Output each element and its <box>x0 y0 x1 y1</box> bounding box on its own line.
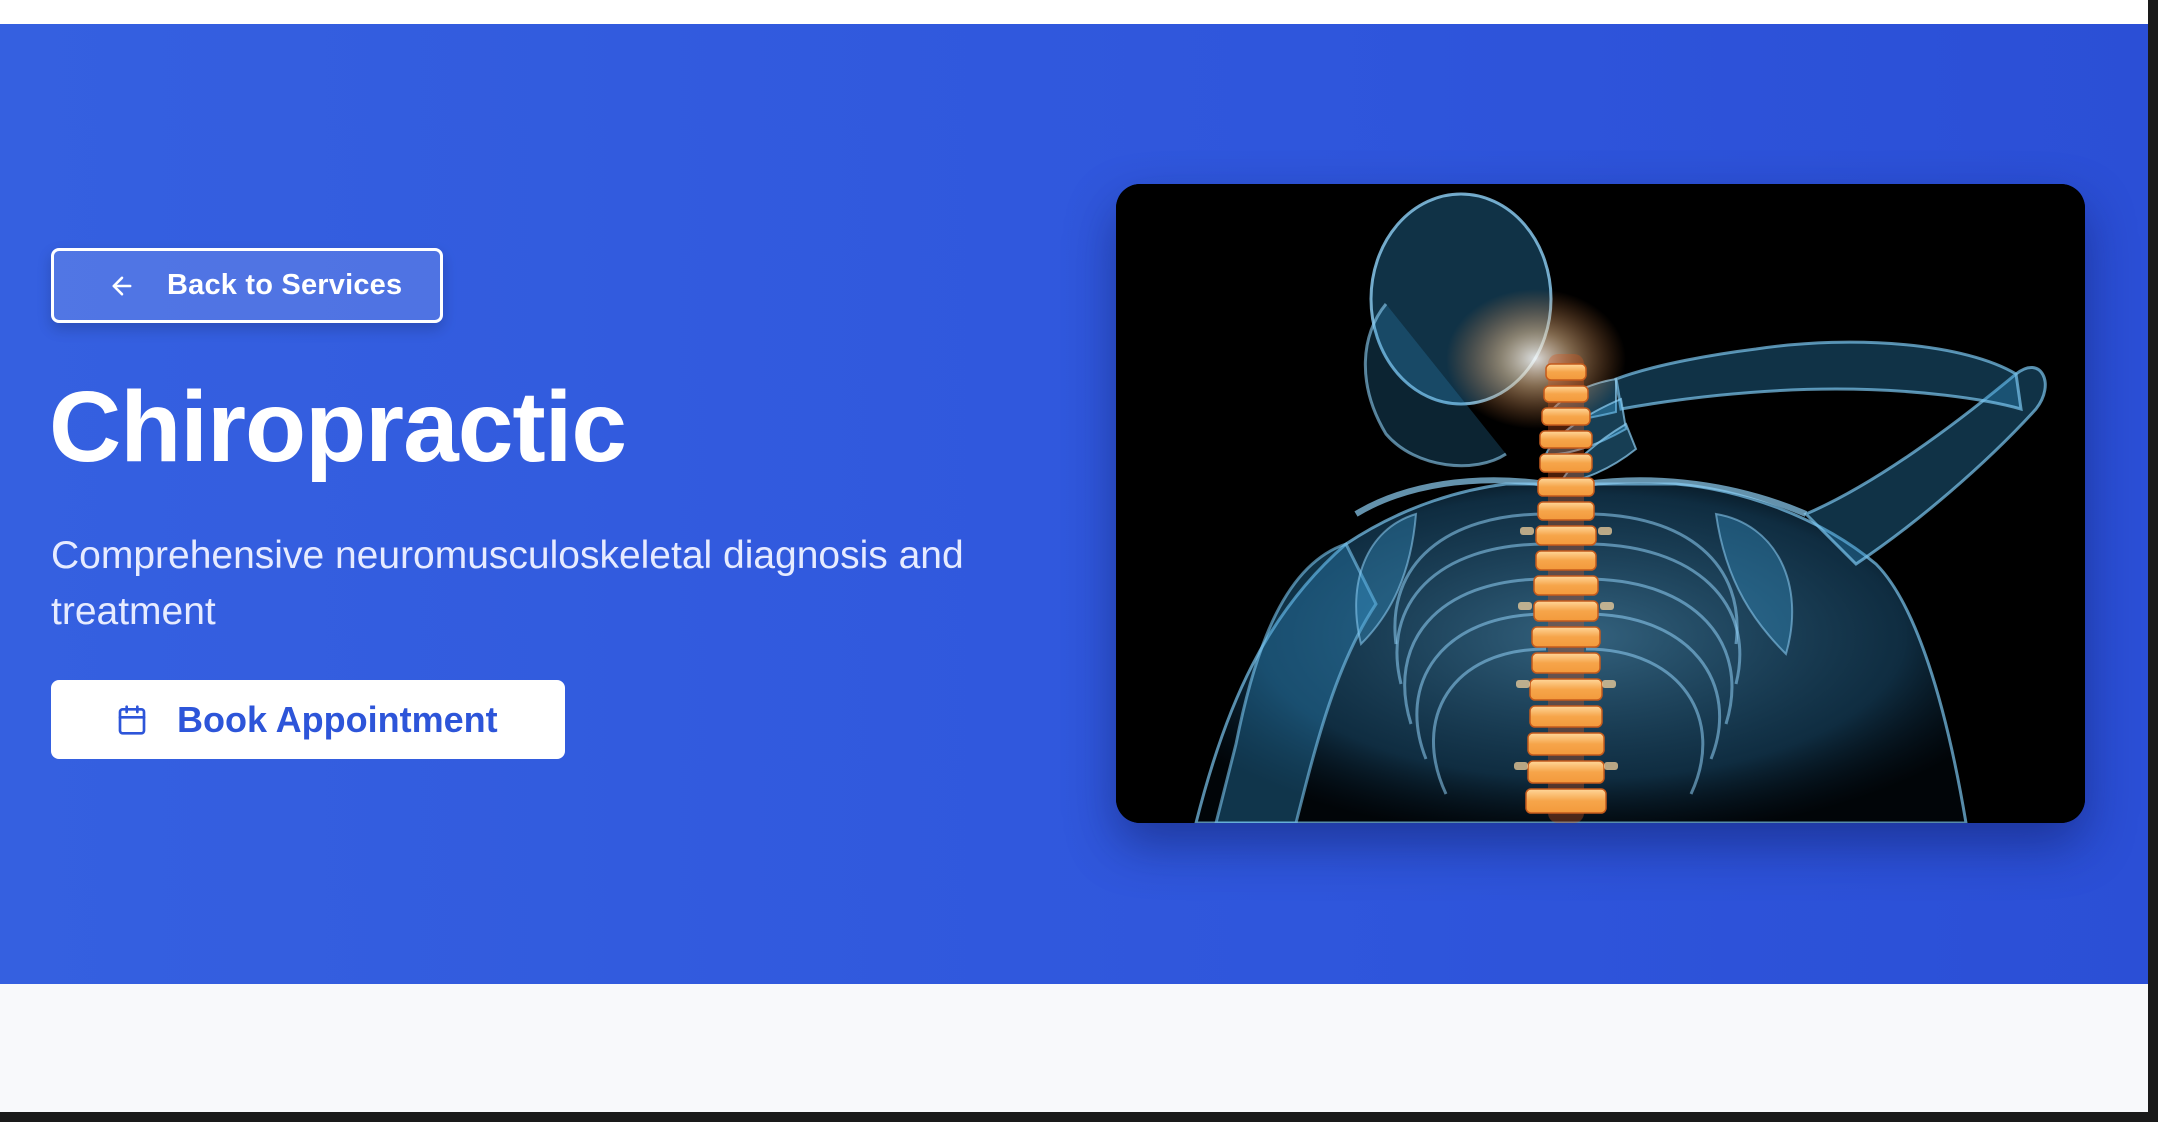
page-title: Chiropractic <box>49 371 627 483</box>
page-subtitle: Comprehensive neuromusculoskeletal diagn… <box>51 534 964 633</box>
book-appointment-label: Book Appointment <box>177 698 498 740</box>
page-viewport: Back to Services Chiropractic Comprehens… <box>0 0 2148 1112</box>
calendar-icon <box>115 703 149 737</box>
skeleton-xray-illustration <box>1116 184 2085 823</box>
book-appointment-button[interactable]: Book Appointment <box>51 680 565 759</box>
service-hero: Back to Services Chiropractic Comprehens… <box>0 24 2148 984</box>
back-to-services-button[interactable]: Back to Services <box>51 248 443 323</box>
top-nav-bar <box>0 0 2148 25</box>
spine-xray-image <box>1116 184 2085 823</box>
arrow-left-icon <box>106 270 138 302</box>
back-to-services-label: Back to Services <box>167 269 403 301</box>
